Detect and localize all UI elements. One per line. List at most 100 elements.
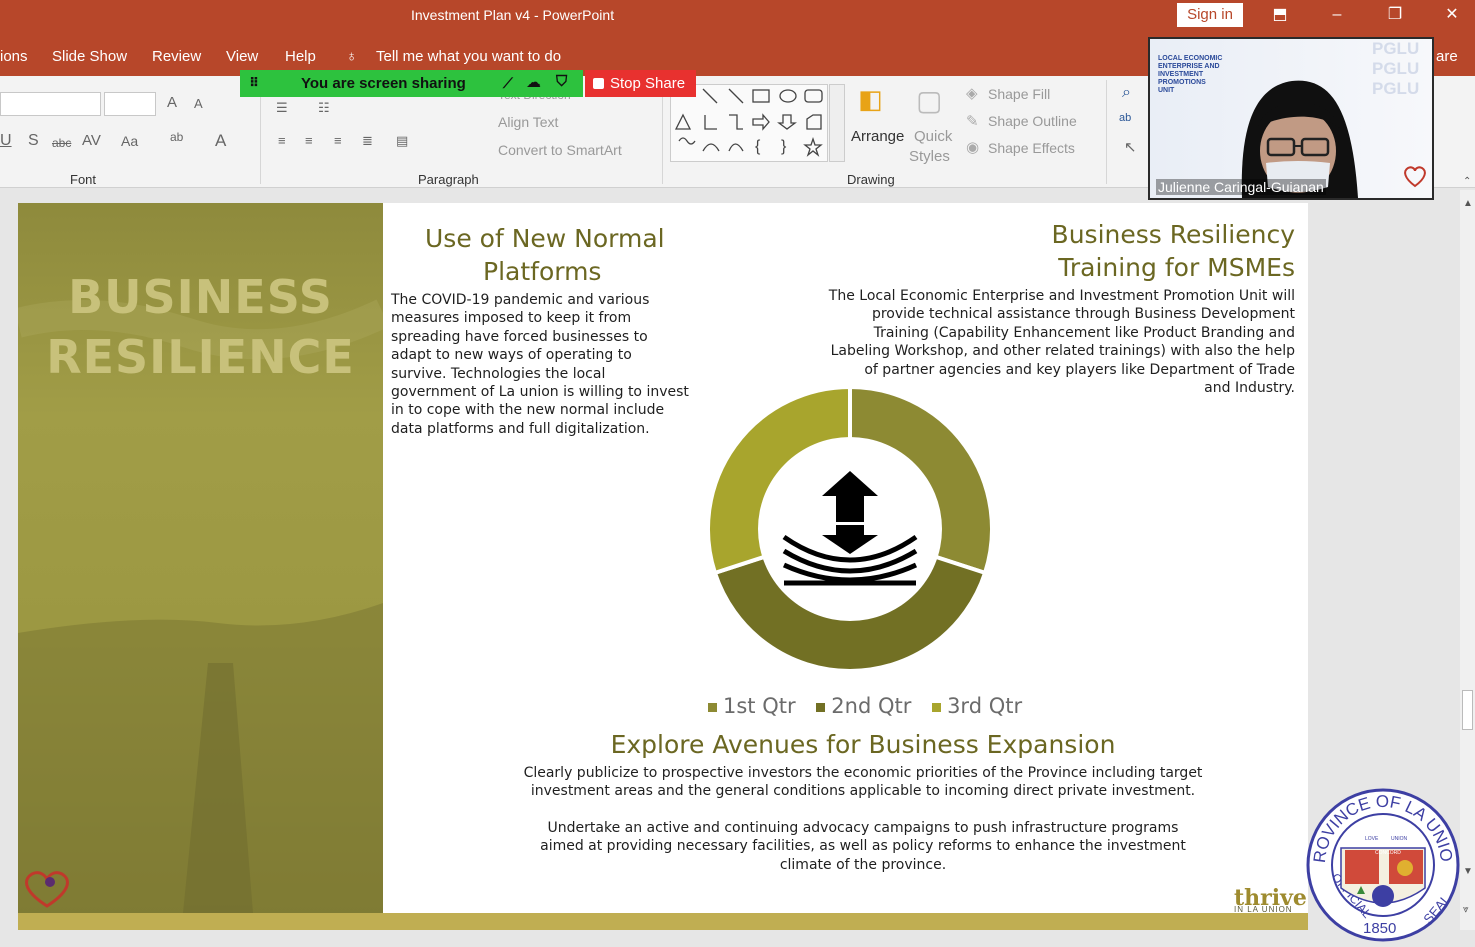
next-slide-icon[interactable]: ⩔ [1463,904,1469,915]
numbering-icon[interactable]: ☷ [318,100,330,116]
seal-inner-text: LOVE [1365,836,1379,842]
shape-outline-button[interactable]: Shape Outline [988,113,1077,129]
menu-help[interactable]: Help [285,48,316,65]
menu-animations[interactable]: ions [0,48,28,65]
paragraph-group-label: Paragraph [418,172,479,187]
backdrop-line: LOCAL ECONOMIC [1158,55,1223,62]
find-icon[interactable]: ⌕ [1122,84,1131,102]
screen-sharing-status: You are screen sharing [301,75,466,92]
province-seal-logo: PROVINCE OF LA UNION OFFICIAL 1850 SEAL … [1305,788,1460,942]
legend-item: 1st Qtr [708,694,796,718]
chart-legend: 1st Qtr 2nd Qtr 3rd Qtr [708,694,1036,718]
watermark-line: PGLU [1372,39,1420,58]
legend-label: 2nd Qtr [831,694,912,718]
legend-label: 1st Qtr [723,694,796,718]
arrange-button[interactable]: Arrange [851,128,904,145]
slide-canvas[interactable]: BUSINESS RESILIENCE Use of New Normal Pl… [18,203,1308,930]
tell-me-search[interactable]: Tell me what you want to do [376,48,561,65]
paint-bucket-icon: ◈ [966,85,978,102]
mute-mic-icon[interactable]: ⟋ [503,75,513,92]
body-line: The Local Economic Enterprise and Invest… [828,288,1295,304]
underline-icon[interactable]: U [0,132,12,150]
align-left-icon[interactable]: ≡ [278,133,286,148]
participant-name: Julienne Caringal-Guianan [1156,179,1326,195]
body-line: Clearly publicize to prospective investo… [523,765,1203,781]
body-line: data platforms and full digitalization. [391,420,650,437]
align-text-button[interactable]: Align Text [498,114,558,130]
backdrop-line: PROMOTIONS [1158,79,1206,86]
justify-icon[interactable]: ≣ [362,133,373,149]
shapes-gallery-scroll[interactable] [829,84,845,162]
body-line: of partner agencies and key players like… [864,361,1295,378]
font-size-box[interactable] [104,92,156,116]
ribbon-separator [1106,80,1107,184]
align-center-icon[interactable]: ≡ [305,133,313,148]
svg-text:{: { [755,138,761,155]
seal-inner-text: CONCORD [1375,850,1401,856]
body-line: Training (Capability Enhancement like Pr… [873,324,1295,341]
resiliency-training-heading-2: Training for MSMEs [1058,253,1295,282]
quick-styles-icon[interactable]: ▢ [916,84,942,117]
menu-review[interactable]: Review [152,48,201,65]
business-resilience-heading: BUSINESS RESILIENCE [38,267,363,387]
columns-icon[interactable]: ▤ [396,133,408,149]
legend-swatch [708,702,717,712]
shape-effects-button[interactable]: Shape Effects [988,140,1075,156]
title-bar: Investment Plan v4 - PowerPoint Sign in … [0,0,1475,32]
shape-fill-button[interactable]: Shape Fill [988,86,1050,102]
participant-video[interactable]: LOCAL ECONOMIC ENTERPRISE AND INVESTMENT… [1148,37,1434,200]
backdrop-line: INVESTMENT [1158,71,1204,78]
legend-item: 3rd Qtr [932,694,1022,718]
scrollbar-thumb[interactable] [1462,690,1473,730]
chevron-up-icon[interactable]: ⌃ [1463,176,1471,187]
shrink-font-icon[interactable]: A [194,96,203,111]
align-right-icon[interactable]: ≡ [334,133,342,148]
new-normal-heading-1: Use of New Normal [425,224,665,253]
backdrop-line: UNIT [1158,87,1175,94]
close-icon[interactable]: ✕ [1437,4,1467,26]
convert-smartart-button[interactable]: Convert to SmartArt [498,142,622,158]
body-line: in to cope with the new normal include [391,402,665,419]
quick-styles-line1[interactable]: Quick [914,128,952,145]
drawing-group-label: Drawing [847,172,895,187]
cloud-record-icon[interactable]: ☁ [526,73,541,91]
grow-font-icon[interactable]: A [167,94,177,111]
minimize-icon[interactable]: – [1322,4,1352,26]
font-color-icon[interactable]: A [215,131,226,151]
chevron-down-icon[interactable]: ▼ [1463,866,1473,877]
new-normal-body: The COVID-19 pandemic and various measur… [391,291,711,438]
select-icon[interactable]: ↖ [1124,138,1137,156]
replace-icon[interactable]: ab [1119,112,1131,124]
font-name-box[interactable] [0,92,101,116]
quarterly-donut-chart[interactable] [704,383,996,675]
arrange-icon[interactable]: ◧ [858,84,883,115]
vertical-scrollbar[interactable]: ⌃ ▲ ▼ ⩔ [1460,176,1475,930]
legend-swatch [816,702,826,712]
strikethrough-icon[interactable]: abc [52,136,71,150]
shape-effects-icon: ◉ [966,139,980,156]
menu-share[interactable]: are [1436,48,1458,65]
body-line: measures imposed to keep it from [391,310,632,327]
change-case-icon[interactable]: Aa [121,133,138,149]
ribbon-display-options-icon[interactable]: ⬒ [1265,4,1295,26]
svg-text:}: } [781,138,787,155]
char-spacing-icon[interactable]: AV [82,132,101,149]
slide-left-photo-panel: BUSINESS RESILIENCE [18,203,383,913]
body-line: The COVID-19 pandemic and various [391,292,650,308]
seal-inner-text: UNION [1391,836,1408,842]
shield-icon[interactable]: ⛉ [556,73,567,90]
body-line: investment areas and the general conditi… [530,783,1196,800]
restore-icon[interactable]: ❐ [1380,4,1410,26]
menu-view[interactable]: View [226,48,258,65]
menu-slide-show[interactable]: Slide Show [52,48,127,65]
body-line: provide technical assistance through Bus… [871,306,1295,323]
chevron-up-icon[interactable]: ▲ [1463,198,1473,209]
highlight-icon[interactable]: ab [170,130,183,144]
stop-share-button[interactable]: Stop Share [585,70,696,97]
shadow-icon[interactable]: S [28,132,39,150]
business-expansion-body: Clearly publicize to prospective investo… [383,764,1343,874]
drag-handle-icon[interactable]: ⠿ [249,75,259,91]
quick-styles-line2[interactable]: Styles [909,148,950,165]
bullets-icon[interactable]: ☰ [276,100,288,116]
sign-in-button[interactable]: Sign in [1177,3,1243,27]
